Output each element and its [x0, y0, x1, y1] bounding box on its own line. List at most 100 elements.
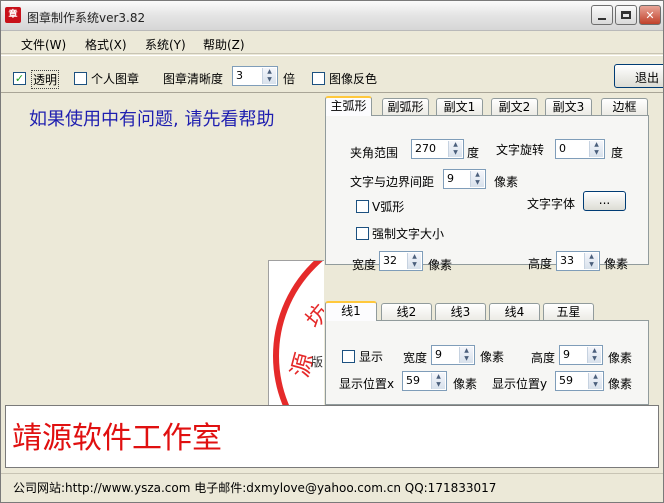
- posy-unit: 像素: [608, 377, 633, 391]
- width-label: 宽度: [352, 258, 377, 272]
- height-value: 33: [560, 254, 574, 267]
- maximize-button[interactable]: [615, 5, 637, 25]
- arc-tab-content: 夹角范围 270 ▲ ▼ 度 文字旋转 0 ▲ ▼ 度 文字与边界间距 9 ▲ ▼ 像…: [325, 115, 649, 272]
- minimize-icon: [598, 18, 606, 20]
- width-unit: 像素: [428, 258, 453, 272]
- height-unit: 像素: [604, 257, 629, 271]
- minimize-button[interactable]: [591, 5, 613, 25]
- line-height-label: 高度: [531, 351, 556, 365]
- status-bar: 公司网站:http://www.ysza.com 电子邮件:dxmylove@y…: [1, 473, 663, 502]
- company-text-input[interactable]: 靖源软件工作室: [5, 405, 659, 468]
- height-spinner[interactable]: 33 ▲ ▼: [556, 251, 600, 271]
- line-height-spinner[interactable]: 9 ▲ ▼: [559, 345, 603, 365]
- posy-label: 显示位置y: [492, 377, 548, 391]
- posx-spinner[interactable]: 59 ▲ ▼: [402, 371, 447, 391]
- line-width-label: 宽度: [403, 351, 428, 365]
- spin-arrows-icon[interactable]: ▲ ▼: [470, 171, 484, 187]
- line-width-unit: 像素: [480, 350, 505, 364]
- spin-arrows-icon[interactable]: ▲ ▼: [584, 253, 598, 269]
- arc-settings-panel: 夹角范围 270 ▲ ▼ 度 文字旋转 0 ▲ ▼ 度 文字与边界间距 9 ▲ ▼ 像…: [319, 96, 653, 272]
- clarity-label: 图章清晰度: [163, 72, 224, 86]
- force-size-checkbox[interactable]: [356, 227, 369, 240]
- spin-arrows-icon[interactable]: ▲ ▼: [407, 253, 421, 269]
- font-label: 文字字体: [527, 197, 576, 211]
- tab-subtext-2[interactable]: 副文2: [491, 98, 538, 115]
- posx-unit: 像素: [453, 377, 478, 391]
- width-spinner[interactable]: 32 ▲ ▼: [379, 251, 423, 271]
- tab-subtext-1[interactable]: 副文1: [436, 98, 483, 115]
- spin-arrows-icon[interactable]: ▲ ▼: [262, 68, 276, 84]
- company-text: 靖源软件工作室: [12, 421, 222, 456]
- spin-arrows-icon[interactable]: ▲ ▼: [589, 141, 603, 157]
- gap-spinner[interactable]: 9 ▲ ▼: [443, 169, 486, 189]
- line-height-unit: 像素: [608, 351, 633, 365]
- transparent-label[interactable]: 透明: [31, 70, 60, 89]
- line-width-spinner[interactable]: 9 ▲ ▼: [431, 345, 475, 365]
- tab-line-1[interactable]: 线1: [325, 301, 377, 321]
- angle-spinner[interactable]: 270 ▲ ▼: [411, 139, 464, 159]
- menu-file[interactable]: 文件(W): [21, 36, 66, 53]
- spin-arrows-icon[interactable]: ▲ ▼: [431, 373, 445, 389]
- title-bar[interactable]: 章 图章制作系统ver3.82 ✕: [1, 1, 663, 31]
- tab-sub-arc[interactable]: 副弧形: [382, 98, 429, 115]
- posx-label: 显示位置x: [339, 377, 395, 391]
- posy-value: 59: [559, 374, 573, 387]
- gap-unit: 像素: [494, 175, 519, 189]
- tab-line-2[interactable]: 线2: [381, 303, 432, 320]
- v-arc-label[interactable]: V弧形: [372, 198, 404, 215]
- spin-arrows-icon[interactable]: ▲ ▼: [448, 141, 462, 157]
- gap-value: 9: [447, 172, 454, 185]
- menu-help[interactable]: 帮助(Z): [203, 36, 245, 53]
- tab-five-star[interactable]: 五星: [543, 303, 594, 320]
- spin-arrows-icon[interactable]: ▲ ▼: [588, 373, 602, 389]
- seal-app-icon: 章: [5, 7, 21, 23]
- posx-value: 59: [406, 374, 420, 387]
- close-icon: ✕: [645, 8, 655, 22]
- tab-main-arc[interactable]: 主弧形: [325, 96, 372, 116]
- show-line-checkbox[interactable]: [342, 350, 355, 363]
- invert-label[interactable]: 图像反色: [329, 70, 377, 87]
- line-tab-content: 显示 宽度 9 ▲ ▼ 像素 高度 9 ▲ ▼ 像素 显示位置x 59 ▲ ▼ 像素 …: [325, 320, 649, 405]
- clarity-spinner[interactable]: 3 ▲ ▼: [232, 66, 278, 86]
- show-line-label[interactable]: 显示: [359, 348, 383, 365]
- personal-seal-label[interactable]: 个人图章: [91, 70, 139, 87]
- rotate-spinner[interactable]: 0 ▲ ▼: [555, 139, 605, 159]
- rotate-label: 文字旋转: [496, 143, 545, 157]
- tab-line-3[interactable]: 线3: [435, 303, 486, 320]
- menu-system[interactable]: 系统(Y): [145, 36, 186, 53]
- gap-label: 文字与边界间距: [350, 175, 435, 189]
- tab-subtext-3[interactable]: 副文3: [545, 98, 592, 115]
- exit-button[interactable]: 退出: [614, 64, 663, 88]
- height-label: 高度: [528, 257, 553, 271]
- force-size-label[interactable]: 强制文字大小: [372, 225, 444, 242]
- tab-line-4[interactable]: 线4: [489, 303, 540, 320]
- help-hint: 如果使用中有问题, 请先看帮助: [29, 109, 275, 130]
- spin-arrows-icon[interactable]: ▲ ▼: [587, 347, 601, 363]
- angle-label: 夹角范围: [350, 146, 399, 160]
- menu-format[interactable]: 格式(X): [85, 36, 127, 53]
- angle-unit: 度: [467, 146, 480, 160]
- maximize-icon: [621, 11, 631, 19]
- v-arc-checkbox[interactable]: [356, 200, 369, 213]
- font-picker-button[interactable]: ...: [583, 191, 626, 211]
- close-button[interactable]: ✕: [639, 5, 661, 25]
- line-settings-panel: 显示 宽度 9 ▲ ▼ 像素 高度 9 ▲ ▼ 像素 显示位置x 59 ▲ ▼ 像素 …: [319, 301, 653, 405]
- clarity-unit: 倍: [283, 72, 296, 86]
- seal-circle-icon: [273, 261, 323, 406]
- width-value: 32: [383, 254, 397, 267]
- seal-preview: 源 坊 版: [268, 260, 324, 406]
- line-width-value: 9: [435, 348, 442, 361]
- posy-spinner[interactable]: 59 ▲ ▼: [555, 371, 604, 391]
- window-title: 图章制作系统ver3.82: [27, 11, 146, 25]
- transparent-checkbox[interactable]: ✓: [13, 72, 26, 85]
- tab-border[interactable]: 边框: [601, 98, 648, 115]
- line-height-value: 9: [563, 348, 570, 361]
- invert-checkbox[interactable]: [312, 72, 325, 85]
- rotate-value: 0: [559, 142, 566, 155]
- clarity-value: 3: [236, 69, 243, 82]
- spin-arrows-icon[interactable]: ▲ ▼: [459, 347, 473, 363]
- toolbar: ✓ 透明 个人图章 图章清晰度 3 ▲ ▼ 倍 图像反色 退出: [1, 55, 663, 93]
- checkmark-icon: ✓: [14, 72, 25, 85]
- personal-seal-checkbox[interactable]: [74, 72, 87, 85]
- angle-value: 270: [415, 142, 436, 155]
